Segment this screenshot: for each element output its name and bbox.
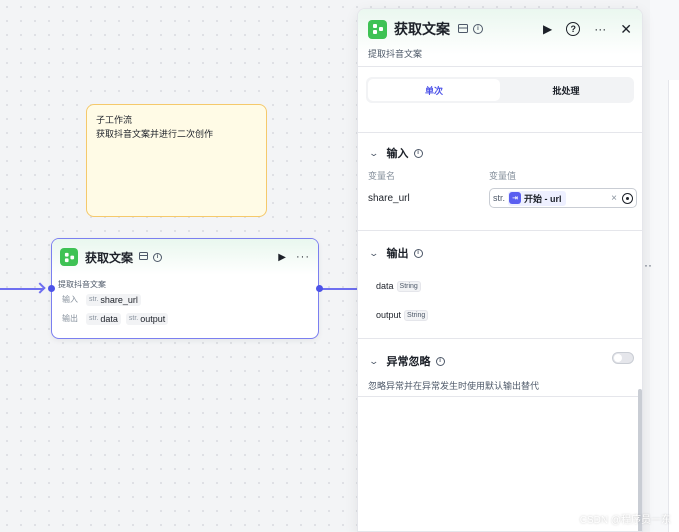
chevron-down-icon[interactable]: ⌄ [368,356,379,367]
clear-icon[interactable]: × [611,193,617,204]
chip-type: str. [128,315,139,322]
run-button[interactable]: ▶ [543,22,552,36]
target-icon[interactable] [622,192,633,204]
ref-value: 开始 - url [524,193,562,204]
panel-description[interactable]: 提取抖音文案 [368,47,422,60]
node-output-chip: str. output [125,312,169,325]
watermark: CSDN @程序员一东 [579,515,671,526]
exception-section-header[interactable]: ⌄ 异常忽略 i [358,351,642,371]
note-line-2: 获取抖音文案并进行二次创作 [96,129,214,139]
node-input-label: 输入 [62,295,78,304]
exception-section-title: 异常忽略 [386,356,431,368]
node-input-row: 输入 str. share_url [52,290,318,309]
input-variable-name: share_url [368,192,410,204]
col-variable-value: 变量值 [489,171,517,181]
chip-value: share_url [100,294,138,305]
node-output-chip: str. data [86,312,121,325]
workflow-app-icon [368,19,387,39]
background-panel [650,0,679,532]
workflow-node[interactable]: 获取文案 i ▶ ··· 提取抖音文案 输入 str. share_url 输出… [51,238,319,339]
exception-section: ⌄ 异常忽略 i 忽略异常并在异常发生时使用默认输出替代 [358,339,642,397]
exception-info-icon[interactable]: i [435,356,445,366]
node-settings-panel: 获取文案 i ▶ ? ··· ✕ 提取抖音文案 单次 批处理 ⌄ 输入 i 变量… [357,8,643,532]
panel-header: 获取文案 i ▶ ? ··· ✕ 提取抖音文案 [358,9,642,67]
node-title: 获取文案 [85,250,134,265]
input-row: share_url str. ⇥ 开始 - url × [358,188,642,208]
background-panel-body [668,80,679,532]
node-storage-icon [139,252,149,262]
output-type: String [404,309,429,321]
node-input-chip: str. share_url [86,293,141,306]
chip-value: output [140,313,166,324]
node-output-label: 输出 [62,314,78,323]
output-name: output [376,310,402,320]
tab-batch[interactable]: 批处理 [500,79,632,101]
close-icon[interactable]: ✕ [620,21,632,38]
panel-storage-icon [458,23,468,35]
node-header: 获取文案 i ▶ ··· [52,239,318,275]
input-info-icon[interactable]: i [413,148,423,158]
col-variable-name: 变量名 [368,171,396,181]
node-output-port[interactable] [316,285,323,292]
sticky-note[interactable]: 子工作流 获取抖音文案并进行二次创作 [86,104,267,217]
chip-type: str. [89,296,99,303]
exception-toggle[interactable] [612,352,634,364]
input-section: ⌄ 输入 i 变量名 变量值 share_url str. ⇥ 开始 - url… [358,143,642,231]
output-section-header[interactable]: ⌄ 输出 i [358,243,642,263]
panel-info-icon[interactable]: i [473,24,483,34]
more-icon[interactable]: ··· [594,22,606,36]
output-info-icon[interactable]: i [413,248,423,258]
node-description: 提取抖音文案 [58,280,106,289]
panel-title[interactable]: 获取文案 [394,19,450,39]
node-output-row: 输出 str. data str. output [52,309,318,328]
help-icon[interactable]: ? [566,22,581,36]
output-item: output String [358,309,642,321]
note-line-1: 子工作流 [96,115,133,125]
chevron-down-icon[interactable]: ⌄ [368,148,379,159]
output-section-title: 输出 [386,248,409,260]
node-info-icon[interactable]: i [153,252,163,262]
output-type: String [396,280,421,292]
mode-tabs-wrap: 单次 批处理 [358,77,642,133]
output-name: data [376,281,394,291]
exception-description: 忽略异常并在异常发生时使用默认输出替代 [368,381,540,391]
output-section: ⌄ 输出 i data String output String [358,231,642,339]
chip-type: str. [89,315,99,322]
start-node-icon: ⇥ [509,192,522,204]
input-section-title: 输入 [386,148,409,160]
mode-tabs: 单次 批处理 [366,77,634,103]
chevron-down-icon[interactable]: ⌄ [368,248,379,259]
input-section-header[interactable]: ⌄ 输入 i [358,143,642,163]
workflow-app-icon [60,248,78,266]
chip-value: data [100,313,118,324]
node-input-port[interactable] [48,285,55,292]
input-columns: 变量名 变量值 [358,169,642,182]
tab-single[interactable]: 单次 [368,79,500,101]
ref-type: str. [493,193,506,203]
output-item: data String [358,280,642,292]
node-run-button[interactable]: ▶ [278,252,286,263]
ref-chip: ⇥ 开始 - url [508,190,566,206]
variable-reference-field[interactable]: str. ⇥ 开始 - url × [489,188,637,208]
outgoing-edge[interactable] [320,288,358,290]
node-more-icon[interactable]: ··· [296,251,310,263]
